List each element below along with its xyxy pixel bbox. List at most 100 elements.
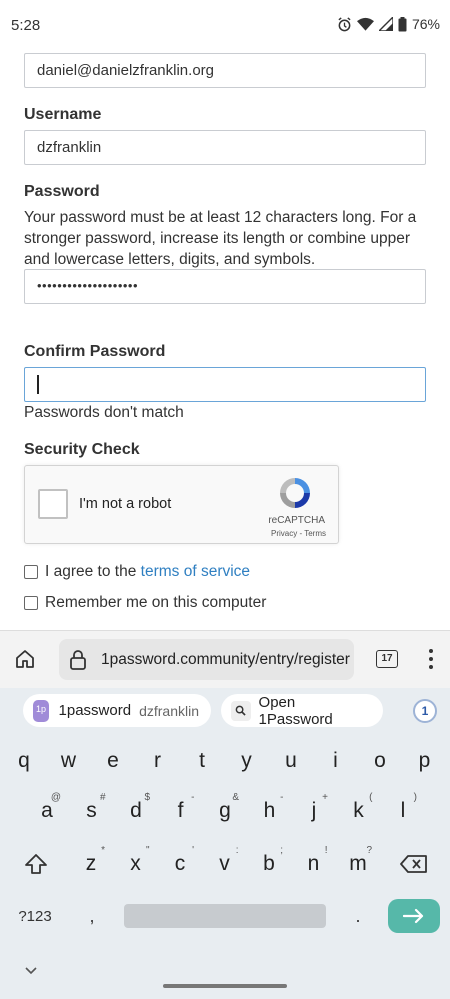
recaptcha-widget: I'm not a robot reCAPTCHA Privacy - Term… bbox=[24, 465, 339, 544]
key-hint: * bbox=[101, 845, 105, 856]
key-label: z bbox=[85, 852, 97, 875]
key-label: j bbox=[311, 799, 317, 822]
key-m[interactable]: m? bbox=[338, 844, 378, 884]
key-i[interactable]: i bbox=[316, 741, 356, 781]
key-label: g bbox=[219, 799, 231, 822]
battery-icon bbox=[398, 16, 407, 31]
key-hint: - bbox=[191, 792, 195, 803]
key-hint: : bbox=[235, 845, 239, 856]
key-x[interactable]: x " bbox=[116, 844, 156, 884]
key-c[interactable]: c ' bbox=[160, 844, 200, 884]
key-j[interactable]: j + bbox=[294, 791, 334, 831]
key-label: t bbox=[199, 749, 205, 772]
key-label: h bbox=[263, 799, 276, 822]
keyboard: 1password dzfranklin Open 1Password 1 q w… bbox=[0, 688, 450, 999]
browser-toolbar: 1password.community/entry/register 17 bbox=[0, 630, 450, 688]
enter-key[interactable] bbox=[388, 899, 440, 933]
key-hint: " bbox=[145, 845, 150, 856]
backspace-icon bbox=[400, 855, 427, 873]
arrow-right-icon bbox=[403, 908, 424, 924]
key-b[interactable]: b; bbox=[249, 844, 289, 884]
key-label: x bbox=[130, 852, 141, 875]
key-a[interactable]: a @ bbox=[27, 791, 67, 831]
key-label: y bbox=[241, 749, 252, 772]
key-label: f bbox=[177, 799, 184, 822]
address-bar[interactable]: 1password.community/entry/register bbox=[59, 639, 354, 680]
space-key[interactable] bbox=[124, 904, 326, 928]
recaptcha-checkbox-label: I'm not a robot bbox=[79, 496, 172, 512]
autofill-account-chip[interactable]: 1password dzfranklin bbox=[23, 694, 211, 727]
gesture-nav-bar[interactable] bbox=[163, 984, 287, 988]
search-icon bbox=[231, 700, 251, 721]
key-label: l bbox=[400, 799, 406, 822]
key-n[interactable]: n! bbox=[294, 844, 334, 884]
key-l[interactable]: l) bbox=[383, 791, 423, 831]
symbols-key[interactable]: ?123 bbox=[12, 898, 58, 934]
key-t[interactable]: t bbox=[182, 741, 222, 781]
recaptcha-logo-icon bbox=[280, 478, 310, 508]
tab-switcher-button[interactable]: 17 bbox=[376, 650, 398, 668]
terms-of-service-link[interactable]: terms of service bbox=[141, 563, 250, 581]
chevron-down-icon[interactable] bbox=[24, 966, 38, 976]
key-g[interactable]: g & bbox=[205, 791, 245, 831]
comma-key[interactable]: , bbox=[80, 898, 104, 934]
key-w[interactable]: w bbox=[49, 741, 89, 781]
key-e[interactable]: e bbox=[93, 741, 133, 781]
key-k[interactable]: k( bbox=[339, 791, 379, 831]
key-v[interactable]: v: bbox=[205, 844, 245, 884]
remember-me-row: Remember me on this computer bbox=[24, 594, 266, 612]
key-hint: $ bbox=[144, 792, 150, 803]
home-icon[interactable] bbox=[14, 648, 36, 670]
status-icons: 76% bbox=[337, 16, 440, 32]
key-label: i bbox=[333, 749, 338, 772]
username-label: Username bbox=[24, 106, 102, 123]
key-z[interactable]: z * bbox=[71, 844, 111, 884]
period-key[interactable]: . bbox=[346, 898, 370, 934]
shift-key[interactable] bbox=[18, 844, 54, 884]
status-time: 5:28 bbox=[11, 17, 41, 34]
battery-level: 76% bbox=[411, 16, 440, 32]
email-field[interactable]: daniel@danielzfranklin.org bbox=[24, 53, 426, 88]
lock-icon[interactable] bbox=[69, 650, 87, 670]
key-y[interactable]: y bbox=[227, 741, 267, 781]
recaptcha-checkbox[interactable] bbox=[38, 489, 68, 519]
key-q[interactable]: q bbox=[4, 741, 44, 781]
key-label: q bbox=[18, 749, 30, 772]
recaptcha-links[interactable]: Privacy - Terms bbox=[271, 529, 326, 538]
1password-keyboard-icon[interactable]: 1 bbox=[413, 699, 437, 723]
key-label: m bbox=[349, 852, 367, 875]
key-r[interactable]: r bbox=[138, 741, 178, 781]
status-bar: 5:28 76% bbox=[0, 0, 450, 52]
key-u[interactable]: u bbox=[271, 741, 311, 781]
backspace-key[interactable] bbox=[396, 844, 432, 884]
recaptcha-brand: reCAPTCHA bbox=[268, 515, 325, 526]
key-label: n bbox=[307, 852, 320, 875]
terms-checkbox[interactable] bbox=[24, 565, 38, 579]
autofill-account-name: 1password bbox=[58, 702, 132, 719]
open-1password-label: Open 1Password bbox=[258, 693, 333, 728]
key-hint: - bbox=[280, 792, 284, 803]
key-label: s bbox=[86, 799, 97, 822]
username-field[interactable]: dzfranklin bbox=[24, 130, 426, 165]
key-label: d bbox=[130, 799, 142, 822]
signal-icon bbox=[378, 17, 393, 31]
remember-me-label: Remember me on this computer bbox=[45, 594, 267, 611]
open-1password-chip[interactable]: Open 1Password bbox=[221, 693, 383, 728]
key-p[interactable]: p bbox=[405, 741, 445, 781]
overflow-menu-icon[interactable] bbox=[428, 649, 434, 671]
key-hint: ? bbox=[366, 845, 372, 856]
key-f[interactable]: f- bbox=[161, 791, 201, 831]
confirm-password-field[interactable] bbox=[24, 367, 426, 402]
shift-icon bbox=[25, 854, 47, 874]
key-label: o bbox=[374, 749, 386, 772]
key-d[interactable]: d $ bbox=[116, 791, 156, 831]
password-field[interactable]: •••••••••••••••••••• bbox=[24, 269, 426, 304]
security-check-label: Security Check bbox=[24, 441, 140, 458]
key-h[interactable]: h- bbox=[250, 791, 290, 831]
key-hint: ( bbox=[369, 792, 373, 803]
wifi-icon bbox=[356, 17, 374, 31]
key-o[interactable]: o bbox=[360, 741, 400, 781]
remember-me-checkbox[interactable] bbox=[24, 596, 38, 610]
key-s[interactable]: s # bbox=[72, 791, 112, 831]
autofill-account-user: dzfranklin bbox=[139, 702, 199, 719]
